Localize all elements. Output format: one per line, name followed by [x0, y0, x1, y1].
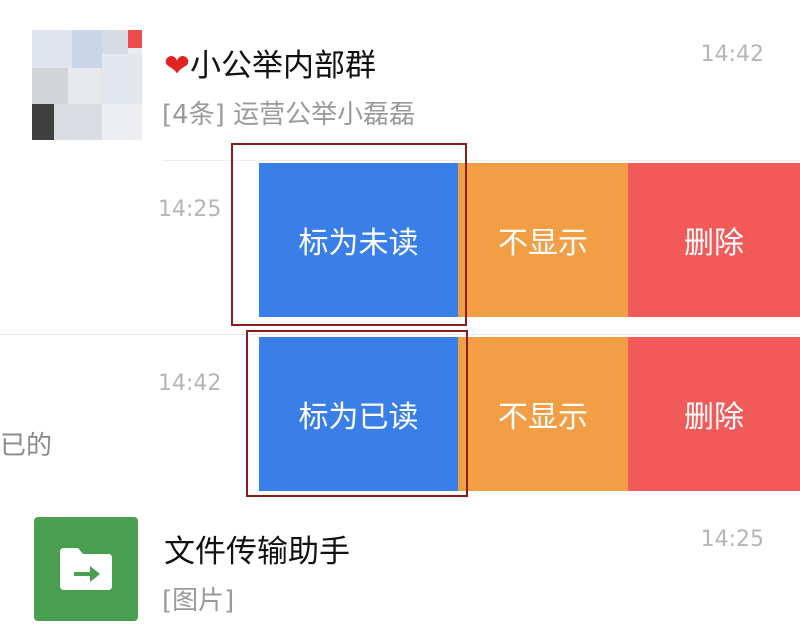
chat-time: 14:25 [700, 527, 764, 552]
folder-arrow-icon [60, 548, 112, 590]
hide-button[interactable]: 不显示 [458, 337, 628, 491]
chat-preview: [图片] [162, 586, 235, 616]
delete-button[interactable]: 删除 [628, 337, 800, 491]
avatar-pixel [32, 104, 54, 140]
avatar-pixel [68, 68, 102, 104]
hide-button[interactable]: 不显示 [458, 163, 628, 317]
avatar-pixel [102, 104, 142, 140]
avatar-pixel [32, 68, 68, 104]
chat-time: 14:42 [700, 42, 764, 67]
highlight-box [231, 143, 467, 326]
chat-title: 文件传输助手 [164, 534, 350, 570]
avatar-pixel [72, 30, 102, 68]
delete-button[interactable]: 删除 [628, 163, 800, 317]
group-avatar [32, 30, 142, 140]
chat-time: 14:42 [158, 371, 222, 396]
chat-title-text: 小公举内部群 [189, 48, 376, 84]
chat-preview: 已的 [0, 431, 53, 461]
avatar-pixel [128, 30, 142, 48]
avatar-pixel [32, 30, 72, 68]
chat-row-group[interactable]: ❤小公举内部群 [4条] 运营公举小磊磊 14:42 [0, 0, 800, 160]
highlight-box [246, 330, 468, 497]
chat-title: ❤小公举内部群 [164, 40, 376, 85]
heart-icon: ❤ [164, 48, 190, 84]
avatar-pixel [102, 30, 128, 54]
chat-preview: [4条] 运营公举小磊磊 [162, 100, 416, 130]
file-helper-avatar [34, 517, 138, 621]
avatar-pixel [54, 104, 102, 140]
avatar-pixel [102, 54, 142, 104]
chat-time: 14:25 [158, 197, 222, 222]
